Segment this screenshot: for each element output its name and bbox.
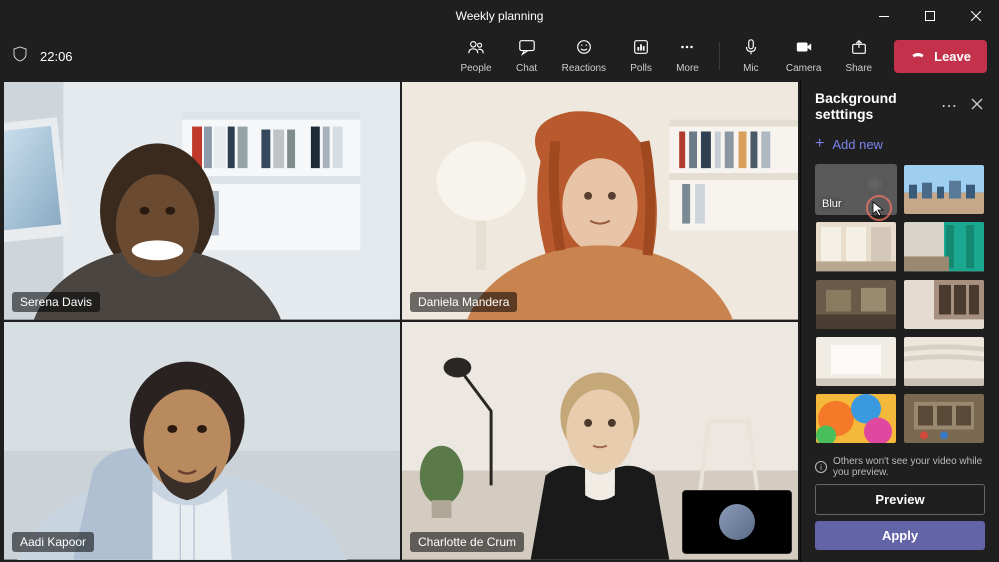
shield-icon <box>12 46 36 67</box>
mic-icon <box>742 38 760 61</box>
toolbar-divider <box>719 42 720 70</box>
background-option[interactable] <box>815 393 897 444</box>
self-view[interactable] <box>682 490 792 554</box>
apply-button[interactable]: Apply <box>815 521 985 550</box>
window-controls <box>861 0 999 32</box>
preview-button[interactable]: Preview <box>815 484 985 515</box>
background-settings-panel: Background setttings ⋯ + Add new Blur <box>800 80 999 562</box>
plus-icon: + <box>815 136 824 152</box>
hangup-icon <box>910 47 926 66</box>
panel-header: Background setttings ⋯ <box>801 80 999 130</box>
maximize-button[interactable] <box>907 0 953 32</box>
participant-name: Aadi Kapoor <box>12 532 94 552</box>
ellipsis-icon <box>678 38 696 61</box>
people-icon <box>467 38 485 61</box>
smile-icon <box>575 38 593 61</box>
participant-name: Daniela Mandera <box>410 292 517 312</box>
ellipsis-icon: ⋯ <box>941 96 957 116</box>
panel-footer: i Others won't see your video while you … <box>801 446 999 562</box>
people-button[interactable]: People <box>450 34 501 78</box>
window-title: Weekly planning <box>456 9 544 23</box>
meeting-toolbar: 22:06 People Chat Reactions Polls More M… <box>0 32 999 80</box>
panel-close-button[interactable] <box>967 96 987 116</box>
cursor-highlight <box>866 195 892 221</box>
polls-icon <box>632 38 650 61</box>
background-option[interactable] <box>815 336 897 387</box>
background-option[interactable] <box>903 164 985 215</box>
background-option[interactable] <box>815 221 897 272</box>
camera-button[interactable]: Camera <box>776 34 832 78</box>
share-icon <box>850 38 868 61</box>
participant-name: Serena Davis <box>12 292 100 312</box>
participant-tile[interactable]: Serena Davis <box>4 82 400 320</box>
cursor-icon <box>872 201 888 217</box>
panel-title: Background setttings <box>815 90 931 122</box>
participant-tile[interactable]: Daniela Mandera <box>402 82 798 320</box>
reactions-button[interactable]: Reactions <box>552 34 616 78</box>
background-option-blur[interactable]: Blur <box>815 164 897 215</box>
mic-button[interactable]: Mic <box>730 34 772 78</box>
close-button[interactable] <box>953 0 999 32</box>
share-button[interactable]: Share <box>835 34 882 78</box>
add-new-button[interactable]: + Add new <box>801 130 999 164</box>
main-area: Serena Davis Dan <box>0 80 999 562</box>
panel-more-button[interactable]: ⋯ <box>939 96 959 116</box>
info-icon: i <box>815 461 827 473</box>
minimize-button[interactable] <box>861 0 907 32</box>
background-option[interactable] <box>903 279 985 330</box>
background-grid: Blur <box>801 164 999 446</box>
more-button[interactable]: More <box>666 34 709 78</box>
participant-tile[interactable]: Aadi Kapoor <box>4 322 400 560</box>
avatar <box>719 504 755 540</box>
participant-tile[interactable]: Charlotte de Crum <box>402 322 798 560</box>
background-option[interactable] <box>815 279 897 330</box>
meeting-timer: 22:06 <box>40 49 73 64</box>
close-icon <box>971 97 983 115</box>
background-option[interactable] <box>903 393 985 444</box>
background-option[interactable] <box>903 336 985 387</box>
camera-icon <box>795 38 813 61</box>
chat-icon <box>518 38 536 61</box>
titlebar: Weekly planning <box>0 0 999 32</box>
polls-button[interactable]: Polls <box>620 34 662 78</box>
video-grid: Serena Davis Dan <box>0 80 800 562</box>
background-option[interactable] <box>903 221 985 272</box>
chat-button[interactable]: Chat <box>506 34 548 78</box>
participant-name: Charlotte de Crum <box>410 532 524 552</box>
leave-button[interactable]: Leave <box>894 40 987 73</box>
preview-note: i Others won't see your video while you … <box>815 456 985 478</box>
